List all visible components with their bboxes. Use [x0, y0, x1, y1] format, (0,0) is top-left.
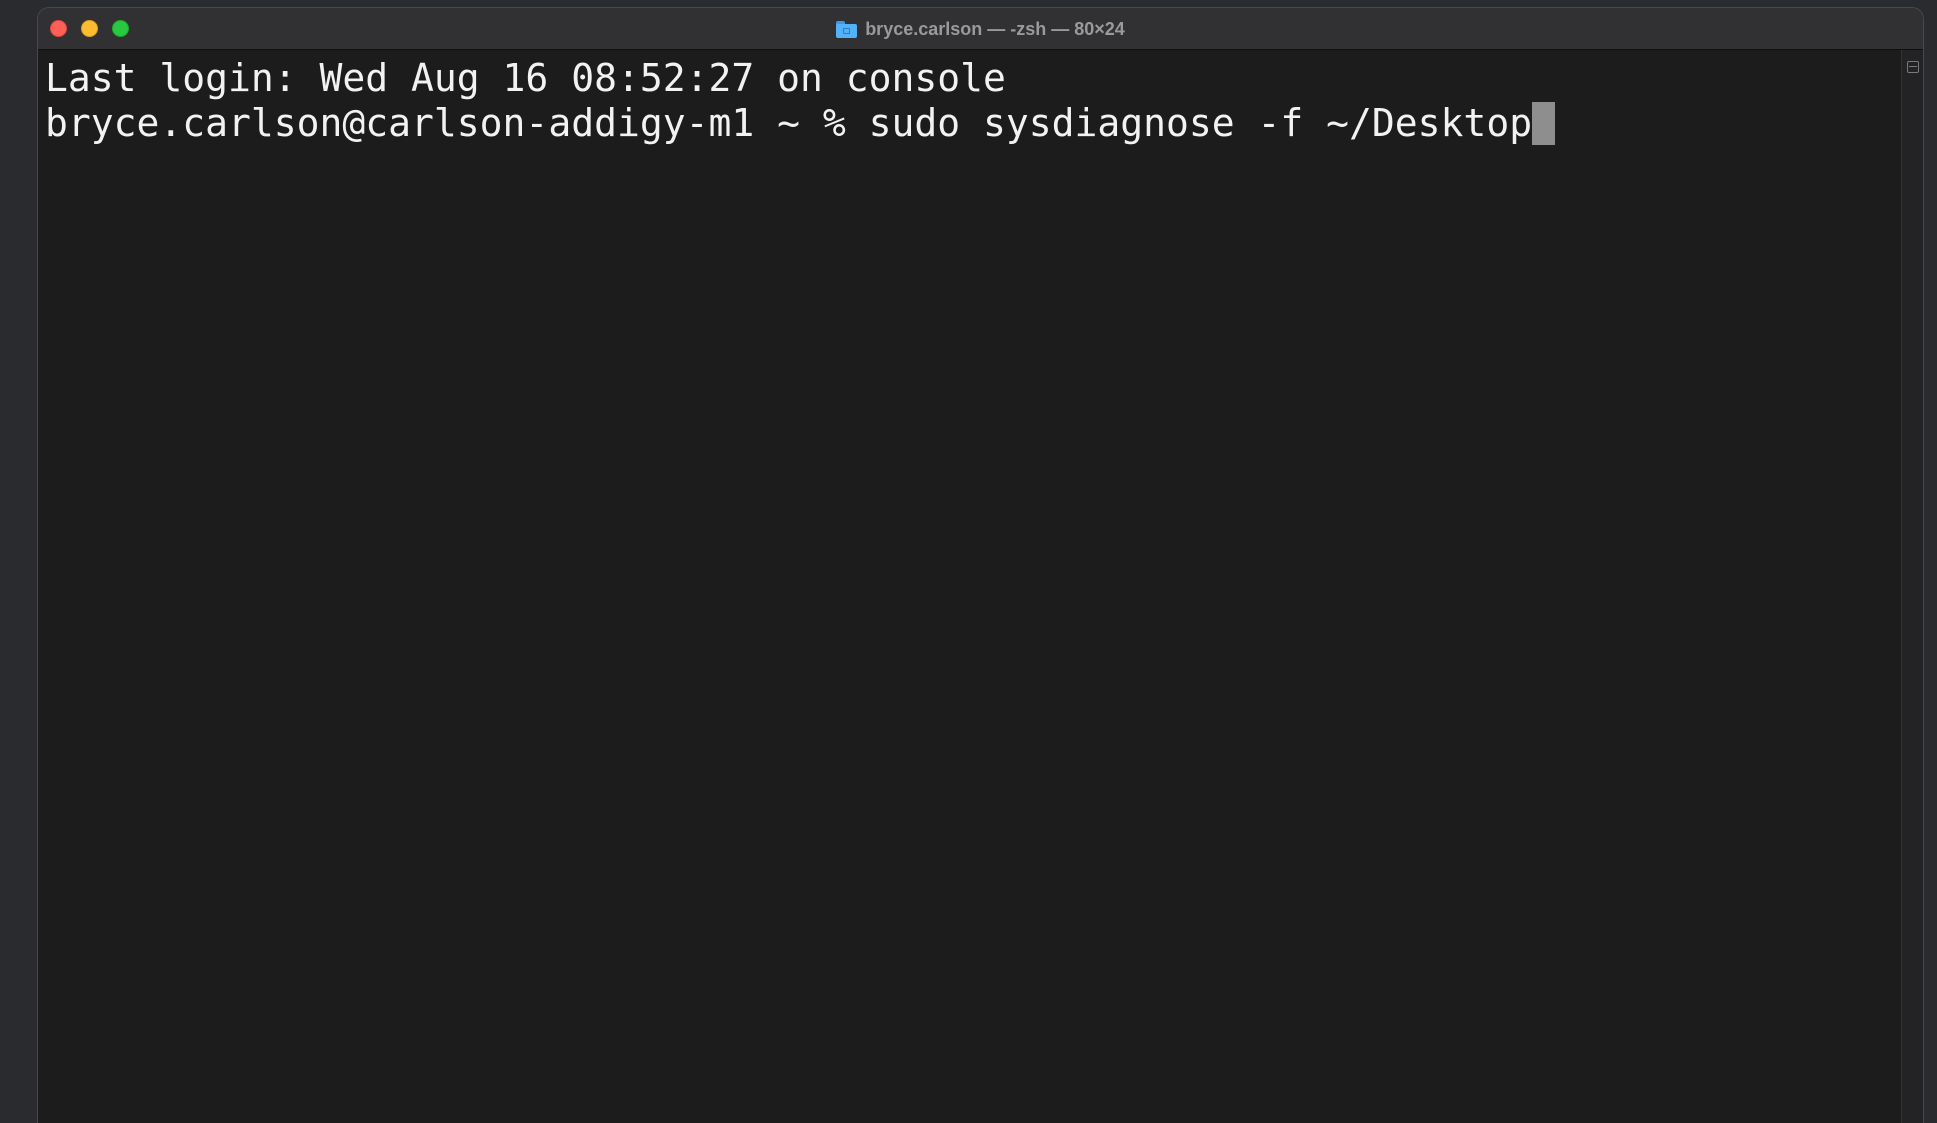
split-pane-icon[interactable]: [1907, 61, 1919, 73]
window-title: bryce.carlson — -zsh — 80×24: [865, 18, 1125, 39]
shell-prompt: bryce.carlson@carlson-addigy-m1 ~ %: [45, 101, 869, 145]
window-title-group: bryce.carlson — -zsh — 80×24: [38, 8, 1923, 50]
folder-icon: [836, 20, 858, 38]
title-bar[interactable]: bryce.carlson — -zsh — 80×24: [38, 8, 1923, 50]
command-input[interactable]: sudo sysdiagnose -f ~/Desktop: [869, 101, 1532, 145]
scrollbar[interactable]: [1901, 50, 1923, 1123]
terminal-content[interactable]: Last login: Wed Aug 16 08:52:27 on conso…: [38, 50, 1901, 1123]
terminal-line-command: bryce.carlson@carlson-addigy-m1 ~ % sudo…: [45, 101, 1901, 146]
terminal-line-last-login: Last login: Wed Aug 16 08:52:27 on conso…: [45, 56, 1901, 101]
last-login-text: Last login: Wed Aug 16 08:52:27 on conso…: [45, 56, 1006, 100]
text-cursor: [1532, 102, 1556, 145]
desktop: bryce.carlson — -zsh — 80×24 Last login:…: [0, 0, 1937, 1123]
terminal-window: bryce.carlson — -zsh — 80×24 Last login:…: [37, 7, 1924, 1123]
